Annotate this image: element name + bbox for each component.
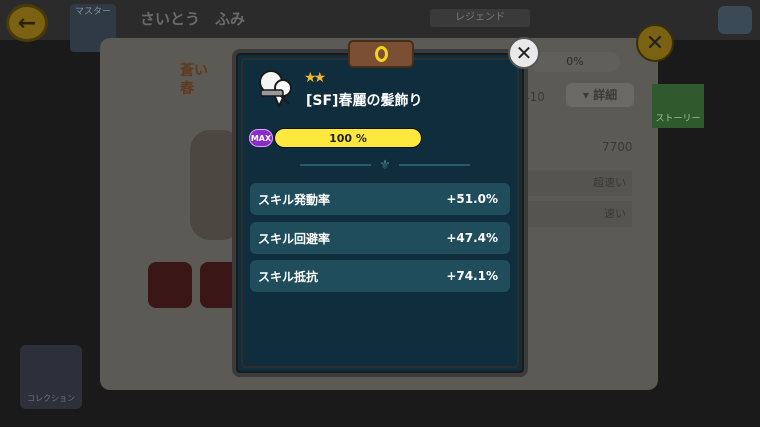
player-name: さいとう ふみ: [140, 10, 246, 28]
fleur-icon: ⚜: [379, 157, 391, 173]
rank-stars: ★★: [304, 70, 326, 86]
divider-line: [398, 164, 470, 166]
story-button[interactable]: ストーリー: [652, 84, 704, 128]
equipment-slot[interactable]: [148, 262, 192, 308]
card-title: 蒼い 春: [180, 62, 240, 107]
card-title-line2: 春: [180, 81, 194, 97]
skill-row-evasion: スキル回避率 +47.4%: [250, 222, 510, 254]
detail-button[interactable]: ▾ 詳細: [566, 83, 634, 107]
progress-text: 100 %: [329, 131, 367, 145]
level-progress-bar: 100 %: [274, 128, 422, 148]
max-badge: MAX: [249, 129, 273, 147]
card-title-line1: 蒼い: [180, 63, 208, 79]
skill-value: +51.0%: [446, 192, 498, 206]
skill-label: スキル抵抗: [258, 269, 319, 284]
ring-icon: [374, 46, 388, 62]
speed-fast: 速い: [520, 201, 632, 227]
skill-label: スキル回避率: [258, 231, 331, 246]
legend-badge: レジェンド: [430, 9, 530, 27]
ornament-divider: ⚜: [300, 156, 470, 174]
close-button[interactable]: ✕: [508, 37, 540, 69]
close-icon: ✕: [515, 41, 533, 65]
skill-label: スキル発動率: [258, 192, 331, 207]
close-icon: ✕: [645, 30, 665, 56]
modal-header-plate: [348, 40, 414, 68]
skill-value: +74.1%: [446, 269, 498, 283]
back-arrow-icon: ←: [17, 10, 37, 36]
shield-menu-button[interactable]: [718, 6, 752, 34]
percent-display: 0%: [530, 52, 620, 72]
divider-line: [300, 164, 372, 166]
skill-value: +47.4%: [446, 231, 498, 245]
master-label: マスター: [74, 7, 111, 17]
stat-value-7700: 7700: [602, 140, 633, 154]
back-button[interactable]: ←: [6, 4, 48, 42]
item-name: [SF]春麗の髪飾り: [306, 93, 423, 109]
speed-very-fast: 超速い: [520, 170, 632, 196]
hair-ornament-icon: [259, 70, 292, 109]
collection-button[interactable]: コレクション: [20, 345, 82, 409]
panel-close-button[interactable]: ✕: [636, 24, 674, 62]
skill-row-activation: スキル発動率 +51.0%: [250, 183, 510, 215]
skill-row-resistance: スキル抵抗 +74.1%: [250, 260, 510, 292]
